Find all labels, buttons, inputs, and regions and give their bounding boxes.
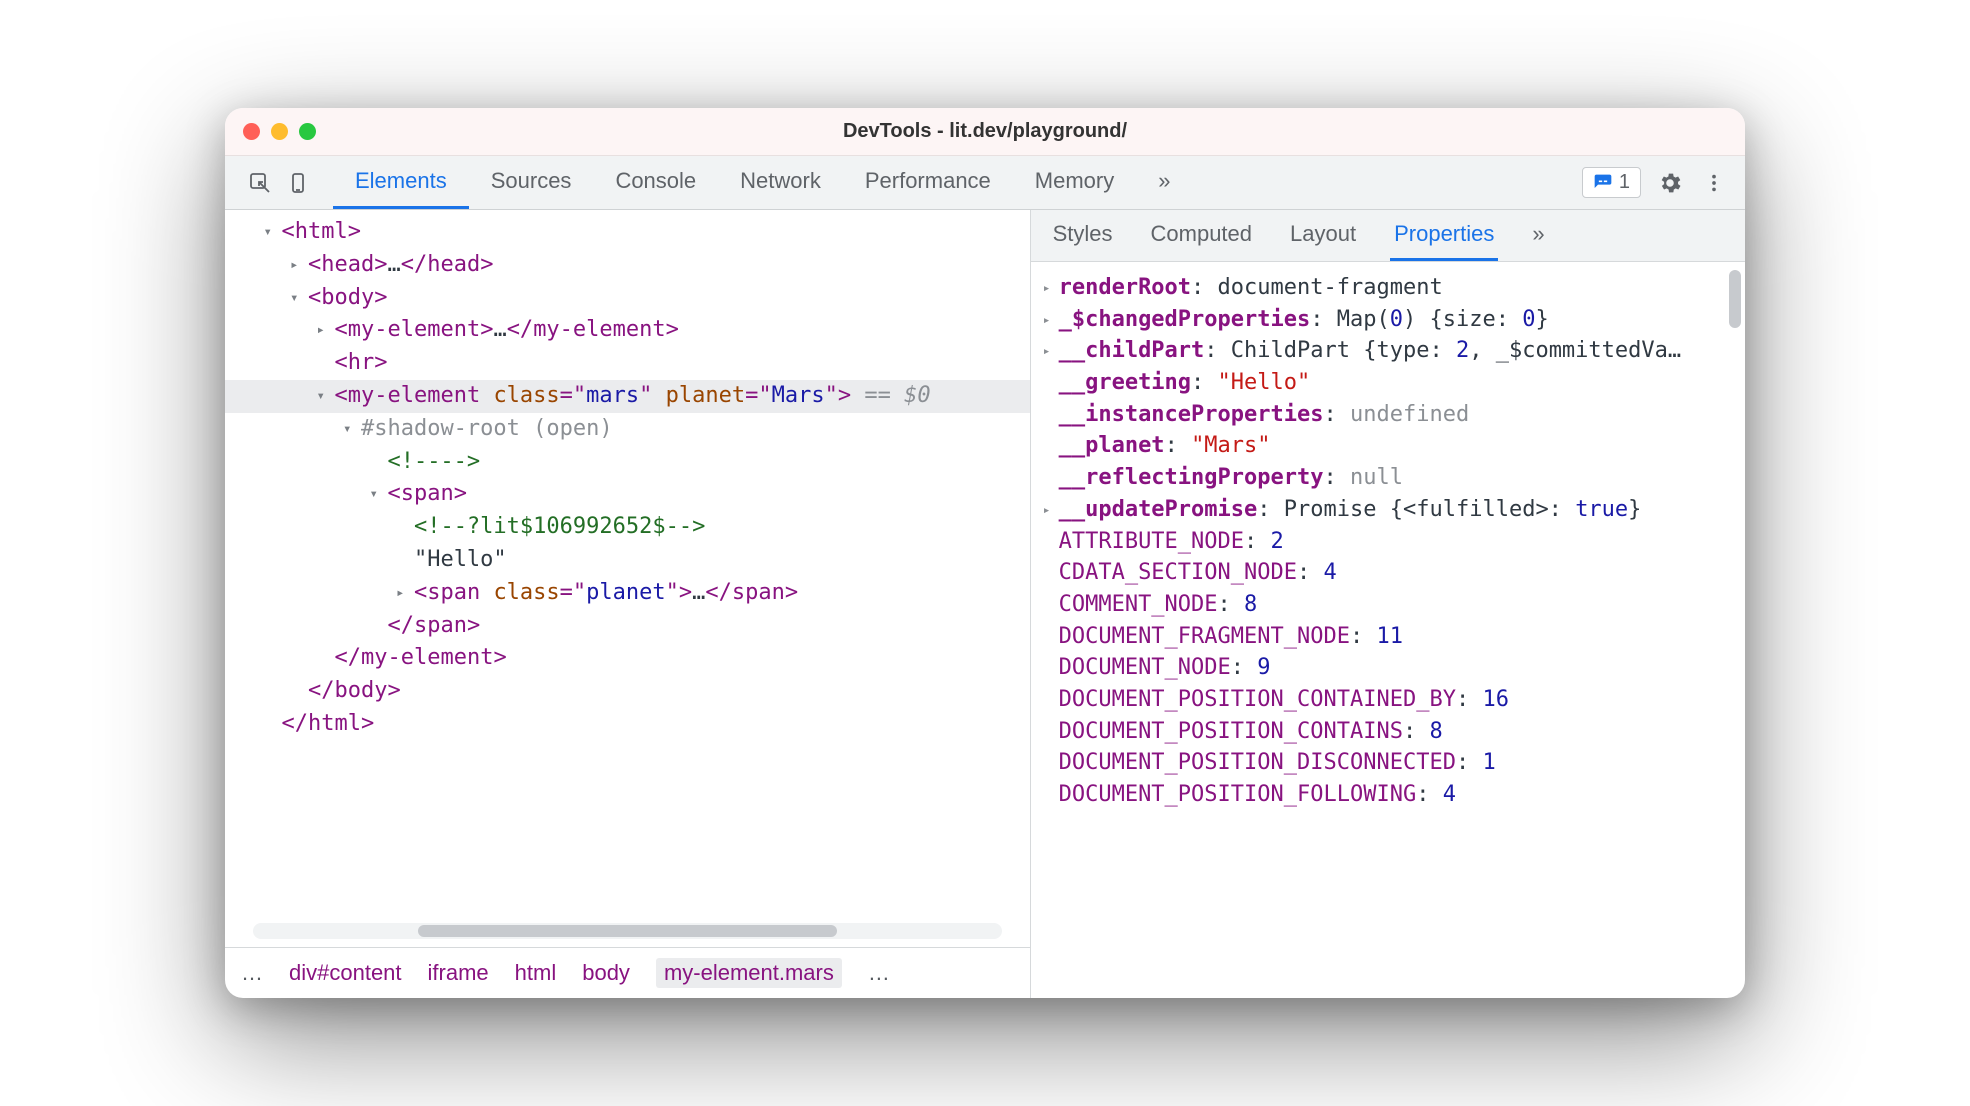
sidebar-tab-layout[interactable]: Layout [1286, 210, 1360, 261]
property-row[interactable]: ▸__updatePromise: Promise {<fulfilled>: … [1041, 494, 1739, 526]
tab-console[interactable]: Console [593, 156, 718, 209]
property-row[interactable]: __planet: "Mars" [1041, 430, 1739, 462]
dom-node[interactable]: </span> [225, 610, 1030, 643]
horizontal-scrollbar[interactable] [253, 923, 1002, 939]
sidebar-tab-computed[interactable]: Computed [1147, 210, 1257, 261]
sidebar-tabs: Styles Computed Layout Properties » [1031, 210, 1745, 262]
vertical-scrollbar[interactable] [1729, 270, 1741, 328]
main-toolbar: ElementsSourcesConsoleNetworkPerformance… [225, 156, 1745, 210]
tab-memory[interactable]: Memory [1013, 156, 1136, 209]
dom-node[interactable]: "Hello" [225, 544, 1030, 577]
sidebar-tab-properties[interactable]: Properties [1390, 210, 1498, 261]
main-tabs: ElementsSourcesConsoleNetworkPerformance… [333, 156, 1136, 209]
tab-performance[interactable]: Performance [843, 156, 1013, 209]
property-row[interactable]: __greeting: "Hello" [1041, 367, 1739, 399]
property-row[interactable]: DOCUMENT_NODE: 9 [1041, 652, 1739, 684]
property-row[interactable]: ▸renderRoot: document-fragment [1041, 272, 1739, 304]
dom-tree[interactable]: <html> <head>…</head> <body> <my-element… [225, 210, 1030, 923]
breadcrumb-ellipsis[interactable]: … [868, 960, 890, 986]
device-toggle-icon[interactable] [283, 168, 313, 198]
more-tabs-chevron[interactable]: » [1136, 156, 1192, 209]
tab-network[interactable]: Network [718, 156, 843, 209]
elements-panel: <html> <head>…</head> <body> <my-element… [225, 210, 1031, 998]
tab-elements[interactable]: Elements [333, 156, 469, 209]
property-row[interactable]: __instanceProperties: undefined [1041, 399, 1739, 431]
dom-node[interactable]: <body> [225, 282, 1030, 315]
property-row[interactable]: ▸_$changedProperties: Map(0) {size: 0} [1041, 304, 1739, 336]
breadcrumb-item[interactable]: div#content [289, 960, 402, 986]
breadcrumb-ellipsis[interactable]: … [241, 960, 263, 986]
property-row[interactable]: ▸__childPart: ChildPart {type: 2, _$comm… [1041, 335, 1739, 367]
minimize-icon[interactable] [271, 123, 288, 140]
gear-icon[interactable] [1655, 168, 1685, 198]
dom-node[interactable]: <html> [225, 216, 1030, 249]
property-row[interactable]: DOCUMENT_FRAGMENT_NODE: 11 [1041, 621, 1739, 653]
dom-node[interactable]: <hr> [225, 347, 1030, 380]
sidebar-panel: Styles Computed Layout Properties » ▸renderR… [1031, 210, 1745, 998]
sidebar-tab-styles[interactable]: Styles [1049, 210, 1117, 261]
breadcrumb-item[interactable]: my-element.mars [656, 958, 842, 988]
property-row[interactable]: DOCUMENT_POSITION_FOLLOWING: 4 [1041, 779, 1739, 811]
property-row[interactable]: DOCUMENT_POSITION_DISCONNECTED: 1 [1041, 747, 1739, 779]
maximize-icon[interactable] [299, 123, 316, 140]
dom-node[interactable]: <head>…</head> [225, 249, 1030, 282]
property-row[interactable]: COMMENT_NODE: 8 [1041, 589, 1739, 621]
dom-node[interactable]: <span class="planet">…</span> [225, 577, 1030, 610]
property-row[interactable]: DOCUMENT_POSITION_CONTAINS: 8 [1041, 716, 1739, 748]
property-row[interactable]: CDATA_SECTION_NODE: 4 [1041, 557, 1739, 589]
breadcrumb-item[interactable]: body [582, 960, 630, 986]
property-row[interactable]: DOCUMENT_POSITION_CONTAINED_BY: 16 [1041, 684, 1739, 716]
dom-node[interactable]: </body> [225, 675, 1030, 708]
dom-node[interactable]: <my-element class="mars" planet="Mars"> … [225, 380, 1030, 413]
breadcrumb-item[interactable]: iframe [428, 960, 489, 986]
issues-button[interactable]: 1 [1582, 167, 1641, 198]
dom-node[interactable]: <!----> [225, 446, 1030, 479]
kebab-menu-icon[interactable] [1699, 168, 1729, 198]
inspect-icon[interactable] [245, 168, 275, 198]
breadcrumb-item[interactable]: html [515, 960, 557, 986]
dom-node[interactable]: #shadow-root (open) [225, 413, 1030, 446]
close-icon[interactable] [243, 123, 260, 140]
traffic-lights [243, 123, 316, 140]
dom-node[interactable]: <!--?lit$106992652$--> [225, 511, 1030, 544]
breadcrumbs: … div#content iframe html body my-element.mar… [225, 947, 1030, 998]
property-row[interactable]: ATTRIBUTE_NODE: 2 [1041, 526, 1739, 558]
sidebar-more-chevron[interactable]: » [1528, 210, 1548, 261]
titlebar: DevTools - lit.dev/playground/ [225, 108, 1745, 156]
dom-node[interactable]: </html> [225, 708, 1030, 741]
property-row[interactable]: __reflectingProperty: null [1041, 462, 1739, 494]
properties-pane[interactable]: ▸renderRoot: document-fragment▸_$changed… [1031, 262, 1745, 998]
dom-node[interactable]: <span> [225, 478, 1030, 511]
tab-sources[interactable]: Sources [469, 156, 594, 209]
window-title: DevTools - lit.dev/playground/ [225, 120, 1745, 143]
dom-node[interactable]: <my-element>…</my-element> [225, 314, 1030, 347]
issues-count: 1 [1619, 171, 1630, 194]
devtools-window: DevTools - lit.dev/playground/ ElementsS… [225, 108, 1745, 998]
dom-node[interactable]: </my-element> [225, 642, 1030, 675]
